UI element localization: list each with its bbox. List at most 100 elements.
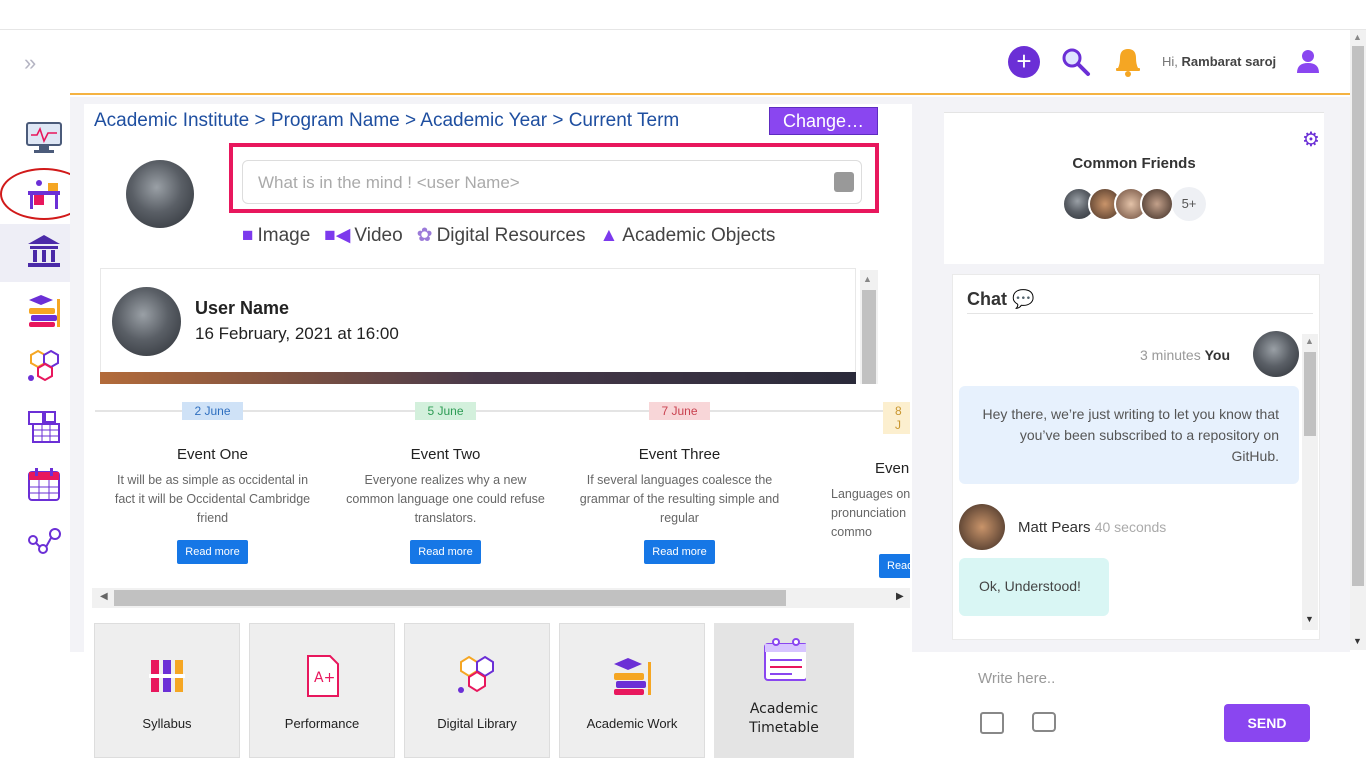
sidebar-item-classroom[interactable]	[24, 175, 64, 213]
browser-top-strip	[0, 0, 1366, 30]
image-attach-icon[interactable]	[980, 712, 1004, 734]
timetable-calendar-icon	[762, 638, 806, 682]
tab-video[interactable]: ■◀ Video	[324, 224, 402, 247]
top-bar: + Hi, Rambarat saroj	[70, 30, 1350, 95]
event-date: 8 J	[883, 402, 910, 434]
friend-avatar[interactable]	[1140, 187, 1174, 221]
sidebar-item-academic-work[interactable]	[24, 291, 64, 329]
send-button[interactable]: SEND	[1224, 704, 1310, 742]
feed-scroll-thumb[interactable]	[862, 290, 876, 384]
chat-input[interactable]: Write here..	[978, 670, 1055, 687]
tile-syllabus[interactable]: Syllabus	[94, 623, 240, 758]
syllabus-icon	[145, 654, 189, 698]
cluster-icon: ✿	[416, 225, 433, 246]
tab-digital-resources[interactable]: ✿ Digital Resources	[417, 224, 586, 247]
event-title: Event Two	[410, 446, 481, 463]
post-input[interactable]: What is in the mind ! <user Name>	[242, 160, 862, 204]
tile-digital-library[interactable]: Digital Library	[404, 623, 550, 758]
graduation-cap-icon: ▲	[599, 224, 619, 246]
user-profile-icon[interactable]	[1296, 48, 1320, 74]
user-name: Rambarat saroj	[1181, 54, 1277, 69]
sidebar-item-timetable[interactable]	[24, 408, 64, 446]
scroll-right-icon[interactable]: ▶	[896, 591, 904, 602]
search-icon[interactable]	[1060, 46, 1092, 78]
avatar	[126, 160, 194, 228]
event-timeline: 2 June Event One It will be as simple as…	[95, 384, 910, 588]
tile-label: Academic Work	[586, 716, 678, 731]
quick-tiles: Syllabus A+ Performance Digital Library …	[94, 623, 854, 758]
read-more-button[interactable]: Read more	[410, 540, 481, 564]
hexagons-icon	[28, 349, 59, 382]
breadcrumb[interactable]: Academic Institute > Program Name > Acad…	[94, 110, 679, 132]
expand-sidebar-icon[interactable]: »	[24, 50, 36, 76]
sidebar-item-calendar[interactable]	[24, 466, 64, 504]
edit-icon[interactable]	[834, 172, 854, 192]
tile-performance[interactable]: A+ Performance	[249, 623, 395, 758]
tab-image[interactable]: ■ Image	[242, 225, 310, 247]
read-more-button[interactable]: Read more	[177, 540, 248, 564]
scroll-down-icon[interactable]: ▼	[1353, 636, 1362, 646]
tile-label: Performance	[284, 716, 360, 731]
event-title: Even	[875, 460, 910, 477]
svg-text:A+: A+	[314, 670, 335, 686]
scroll-up-icon[interactable]: ▲	[863, 274, 872, 284]
event-desc: Languages on pronunciation commo	[831, 487, 910, 539]
scroll-down-icon[interactable]: ▼	[1305, 614, 1314, 624]
tab-academic-objects[interactable]: ▲ Academic Objects	[599, 225, 775, 247]
scroll-up-icon[interactable]: ▲	[1353, 32, 1362, 42]
page-scrollbar[interactable]: ▲ ▼	[1350, 30, 1366, 650]
settings-gear-icon[interactable]: ⚙	[1302, 127, 1320, 152]
event-desc: Everyone realizes why a new common langu…	[346, 473, 545, 525]
chat-divider	[967, 313, 1313, 314]
greeting: Hi, Rambarat saroj	[1162, 54, 1277, 69]
common-friends-title: Common Friends	[1072, 155, 1196, 172]
message-meta: 3 minutes You	[1140, 347, 1230, 363]
tile-academic-timetable[interactable]: Academic Timetable	[714, 623, 854, 758]
sidebar-item-digital-library[interactable]	[24, 348, 64, 386]
chat-bubbles-icon: 💬	[1012, 289, 1035, 309]
books-graduation-icon	[610, 654, 654, 698]
add-icon[interactable]: +	[1008, 46, 1040, 78]
timeline-scroll-thumb[interactable]	[114, 590, 786, 606]
grade-paper-icon: A+	[300, 654, 344, 698]
event-date: 2 June	[182, 402, 243, 420]
calendar-icon	[28, 468, 60, 501]
feed-avatar	[112, 287, 181, 356]
scroll-up-icon[interactable]: ▲	[1305, 336, 1314, 346]
hexagons-icon	[455, 654, 499, 698]
change-button[interactable]: Change…	[769, 107, 878, 135]
page-scroll-thumb[interactable]	[1352, 46, 1364, 586]
common-friends-card: ⚙ Common Friends 5+	[944, 112, 1324, 264]
message-bubble-sent: Hey there, we’re just writing to let you…	[959, 386, 1299, 484]
event-date: 5 June	[415, 402, 476, 420]
sidebar-item-institute[interactable]	[24, 232, 64, 270]
my-avatar	[1253, 331, 1299, 377]
chat-scrollbar[interactable]: ▲ ▼	[1302, 334, 1318, 630]
event-card: 7 June Event Three If several languages …	[563, 384, 796, 564]
scroll-left-icon[interactable]: ◀	[100, 591, 108, 602]
video-icon: ■◀	[324, 225, 351, 246]
chat-scroll-thumb[interactable]	[1304, 352, 1316, 436]
notification-bell-icon[interactable]	[1112, 44, 1144, 78]
camera-icon: ■	[242, 224, 254, 246]
books-graduation-icon	[29, 295, 60, 327]
institution-icon	[28, 235, 60, 267]
event-desc: If several languages coalesce the gramma…	[579, 473, 780, 525]
contact-meta: Matt Pears 40 seconds	[1018, 519, 1167, 536]
contact-avatar	[959, 504, 1005, 550]
tile-label: Syllabus	[142, 716, 192, 731]
classroom-desk-icon	[28, 180, 60, 209]
read-more-button[interactable]: Read more	[644, 540, 715, 564]
message-bubble-received: Ok, Understood!	[959, 558, 1109, 616]
timeline-scrollbar[interactable]: ◀ ▶	[92, 588, 910, 608]
tile-academic-work[interactable]: Academic Work	[559, 623, 705, 758]
event-card: 5 June Event Two Everyone realizes why a…	[329, 384, 562, 564]
sidebar-item-monitor[interactable]	[24, 119, 64, 157]
read-more-button[interactable]: Read	[879, 554, 910, 578]
post-tabs: ■ Image ■◀ Video ✿ Digital Resources ▲ Acade…	[242, 224, 775, 247]
camera-icon[interactable]	[1032, 712, 1056, 732]
more-friends-badge[interactable]: 5+	[1172, 187, 1206, 221]
sidebar-item-network[interactable]	[24, 522, 64, 560]
feed-scrollbar[interactable]: ▲	[860, 270, 878, 384]
tile-label: Digital Library	[437, 716, 517, 731]
